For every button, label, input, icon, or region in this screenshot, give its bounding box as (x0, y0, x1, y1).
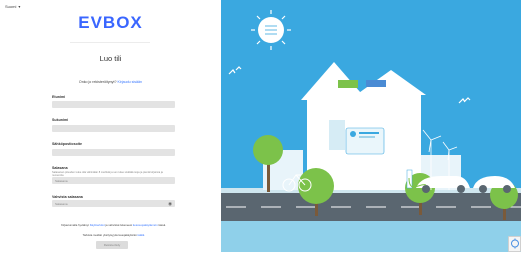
have-account-text: Onko jo rekisteröitynyt? (78, 80, 117, 84)
hero-illustration (221, 0, 521, 252)
login-link[interactable]: Kirjaudu sisään (117, 80, 142, 84)
privacy-policy-link[interactable]: tietosuojakäytännön (133, 223, 158, 227)
confirm-password-input[interactable]: Salasana ◉ (52, 200, 175, 207)
brand-logo: EVBOX (78, 13, 143, 32)
email-label: Sähköpostiosoite (52, 142, 82, 146)
password-label: Salasana (52, 166, 68, 170)
terms-suffix: tässä. (158, 223, 166, 227)
first-name-input[interactable] (52, 101, 175, 108)
privacy-text-label: Tarkista meidän yksityisyydensuojakäytän… (82, 233, 137, 237)
recaptcha-icon[interactable] (508, 236, 521, 252)
password-placeholder: Salasana (55, 178, 68, 183)
terms-text: Kirjautumalla hyväksyt Käyttöehdot ja va… (52, 223, 175, 227)
privacy-link[interactable]: täältä (138, 233, 145, 237)
last-name-input[interactable] (52, 125, 175, 132)
language-selector[interactable]: Suomi ▾ (5, 4, 20, 9)
password-input[interactable]: Salasana (52, 177, 175, 184)
page-title: Luo tili (99, 54, 122, 63)
language-label: Suomi (5, 4, 17, 9)
confirm-password-placeholder: Salasana (55, 201, 68, 206)
terms-link[interactable]: Käyttöehdot (90, 223, 105, 227)
logo-divider (70, 42, 150, 43)
confirm-password-label: Vahvista salasana (52, 195, 83, 199)
last-name-label: Sukunimi (52, 118, 69, 122)
email-input[interactable] (52, 149, 175, 156)
have-account-line: Onko jo rekisteröitynyt? Kirjaudu sisään (0, 80, 221, 84)
privacy-text: Tarkista meidän yksityisyydensuojakäytän… (52, 233, 175, 237)
register-button[interactable]: Rekisteröidy (96, 241, 128, 249)
city-illustration (221, 0, 521, 252)
terms-prefix: Kirjautumalla hyväksyt (61, 223, 89, 227)
terms-middle: ja vahvistat lukeneesi (105, 223, 132, 227)
signup-panel: Suomi ▾ EVBOX Luo tili Onko jo rekisterö… (0, 0, 222, 252)
eye-icon[interactable]: ◉ (168, 201, 172, 207)
caret-down-icon: ▾ (18, 4, 21, 9)
first-name-label: Etunimi (52, 95, 66, 99)
